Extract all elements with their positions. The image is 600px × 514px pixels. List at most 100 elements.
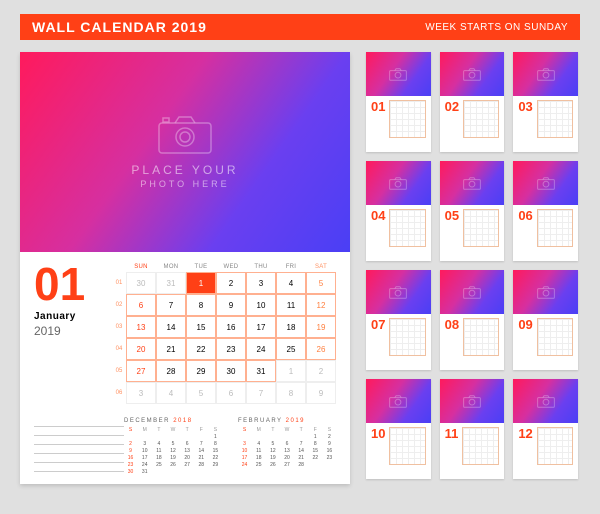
dow-label: MON [156, 264, 186, 270]
thumb-month-number: 11 [445, 427, 459, 465]
thumb-grid [537, 318, 573, 356]
thumb-month-number: 09 [518, 318, 532, 356]
week-number: 06 [112, 382, 126, 404]
calendar-day: 11 [276, 294, 306, 316]
calendar-day: 2 [306, 360, 336, 382]
thumb-photo [440, 270, 505, 314]
thumb-grid [463, 318, 499, 356]
photo-text-1: PLACE YOUR [131, 163, 238, 177]
thumb-grid [463, 100, 499, 138]
calendar-day: 20 [126, 338, 156, 360]
month-thumbnail: 10 [366, 379, 431, 479]
day-of-week-row: SUNMONTUEWEDTHUFRISAT [112, 264, 336, 270]
dow-label: TUE [186, 264, 216, 270]
dow-label: FRI [276, 264, 306, 270]
calendar-day: 9 [306, 382, 336, 404]
thumb-month-number: 03 [518, 100, 532, 138]
thumb-grid [537, 100, 573, 138]
calendar-day: 1 [186, 272, 216, 294]
calendar-day: 16 [216, 316, 246, 338]
month-thumbnail: 03 [513, 52, 578, 152]
calendar-day: 2 [216, 272, 246, 294]
thumb-photo [513, 52, 578, 96]
thumb-grid [389, 427, 425, 465]
main-calendar-card: PLACE YOUR PHOTO HERE 01 January 2019 SU… [20, 52, 350, 484]
calendar-day: 14 [156, 316, 186, 338]
calendar-day: 3 [246, 272, 276, 294]
camera-icon [157, 115, 213, 155]
month-thumbnail: 02 [440, 52, 505, 152]
header-subtitle: WEEK STARTS ON SUNDAY [425, 22, 568, 33]
calendar-day: 19 [306, 316, 336, 338]
week-number: 02 [112, 294, 126, 316]
month-name: January [34, 311, 98, 322]
calendar-day: 15 [186, 316, 216, 338]
thumb-month-number: 08 [445, 318, 459, 356]
mini-calendar-title: DECEMBER 2018 [124, 418, 222, 424]
week-number: 01 [112, 272, 126, 294]
calendar-day: 4 [276, 272, 306, 294]
calendar-day: 22 [186, 338, 216, 360]
calendar-day: 5 [186, 382, 216, 404]
thumb-photo [366, 270, 431, 314]
thumb-photo [366, 52, 431, 96]
calendar-day: 24 [246, 338, 276, 360]
thumb-photo [513, 379, 578, 423]
thumb-grid [389, 100, 425, 138]
thumb-grid [389, 318, 425, 356]
thumb-grid [389, 209, 425, 247]
calendar-day: 13 [126, 316, 156, 338]
photo-text-2: PHOTO HERE [140, 179, 229, 189]
calendar-day: 9 [216, 294, 246, 316]
month-year: 2019 [34, 324, 98, 338]
calendar-day: 1 [276, 360, 306, 382]
thumb-month-number: 06 [518, 209, 532, 247]
thumb-month-number: 12 [518, 427, 532, 465]
month-label-block: 01 January 2019 [34, 264, 98, 404]
month-thumbnails: 01 02 03 04 05 06 07 08 09 10 11 12 [366, 52, 578, 479]
thumb-month-number: 02 [445, 100, 459, 138]
month-thumbnail: 05 [440, 161, 505, 261]
calendar-day: 17 [246, 316, 276, 338]
thumb-photo [366, 161, 431, 205]
calendar-day: 12 [306, 294, 336, 316]
thumb-month-number: 10 [371, 427, 385, 465]
dow-label: SUN [126, 264, 156, 270]
calendar-day: 30 [126, 272, 156, 294]
header-bar: WALL CALENDAR 2019 WEEK STARTS ON SUNDAY [20, 14, 580, 40]
calendar-day: 25 [276, 338, 306, 360]
thumb-photo [513, 161, 578, 205]
calendar-day: 18 [276, 316, 306, 338]
calendar-grid-block: SUNMONTUEWEDTHUFRISAT 013031123450267891… [112, 264, 336, 404]
calendar-day: 3 [126, 382, 156, 404]
week-number: 05 [112, 360, 126, 382]
calendar-day: 26 [306, 338, 336, 360]
calendar-day: 7 [156, 294, 186, 316]
thumb-grid [463, 209, 499, 247]
mini-calendar-title: FEBRUARY 2019 [238, 418, 336, 424]
thumb-grid [537, 427, 573, 465]
calendar-day: 31 [156, 272, 186, 294]
notes-lines [34, 418, 124, 472]
thumb-photo [440, 379, 505, 423]
month-thumbnail: 07 [366, 270, 431, 370]
month-number: 01 [34, 264, 98, 305]
calendar-grid: 0130311234502678910111203131415161718190… [112, 272, 336, 404]
dow-label: SAT [306, 264, 336, 270]
calendar-day: 8 [276, 382, 306, 404]
month-thumbnail: 11 [440, 379, 505, 479]
calendar-day: 10 [246, 294, 276, 316]
month-thumbnail: 01 [366, 52, 431, 152]
thumb-photo [440, 161, 505, 205]
thumb-month-number: 05 [445, 209, 459, 247]
calendar-day: 21 [156, 338, 186, 360]
calendar-day: 6 [126, 294, 156, 316]
photo-placeholder: PLACE YOUR PHOTO HERE [20, 52, 350, 252]
week-number: 04 [112, 338, 126, 360]
header-title: WALL CALENDAR 2019 [32, 19, 207, 35]
thumb-photo [513, 270, 578, 314]
calendar-body: 01 January 2019 SUNMONTUEWEDTHUFRISAT 01… [20, 252, 350, 412]
thumb-photo [366, 379, 431, 423]
week-number: 03 [112, 316, 126, 338]
month-thumbnail: 04 [366, 161, 431, 261]
